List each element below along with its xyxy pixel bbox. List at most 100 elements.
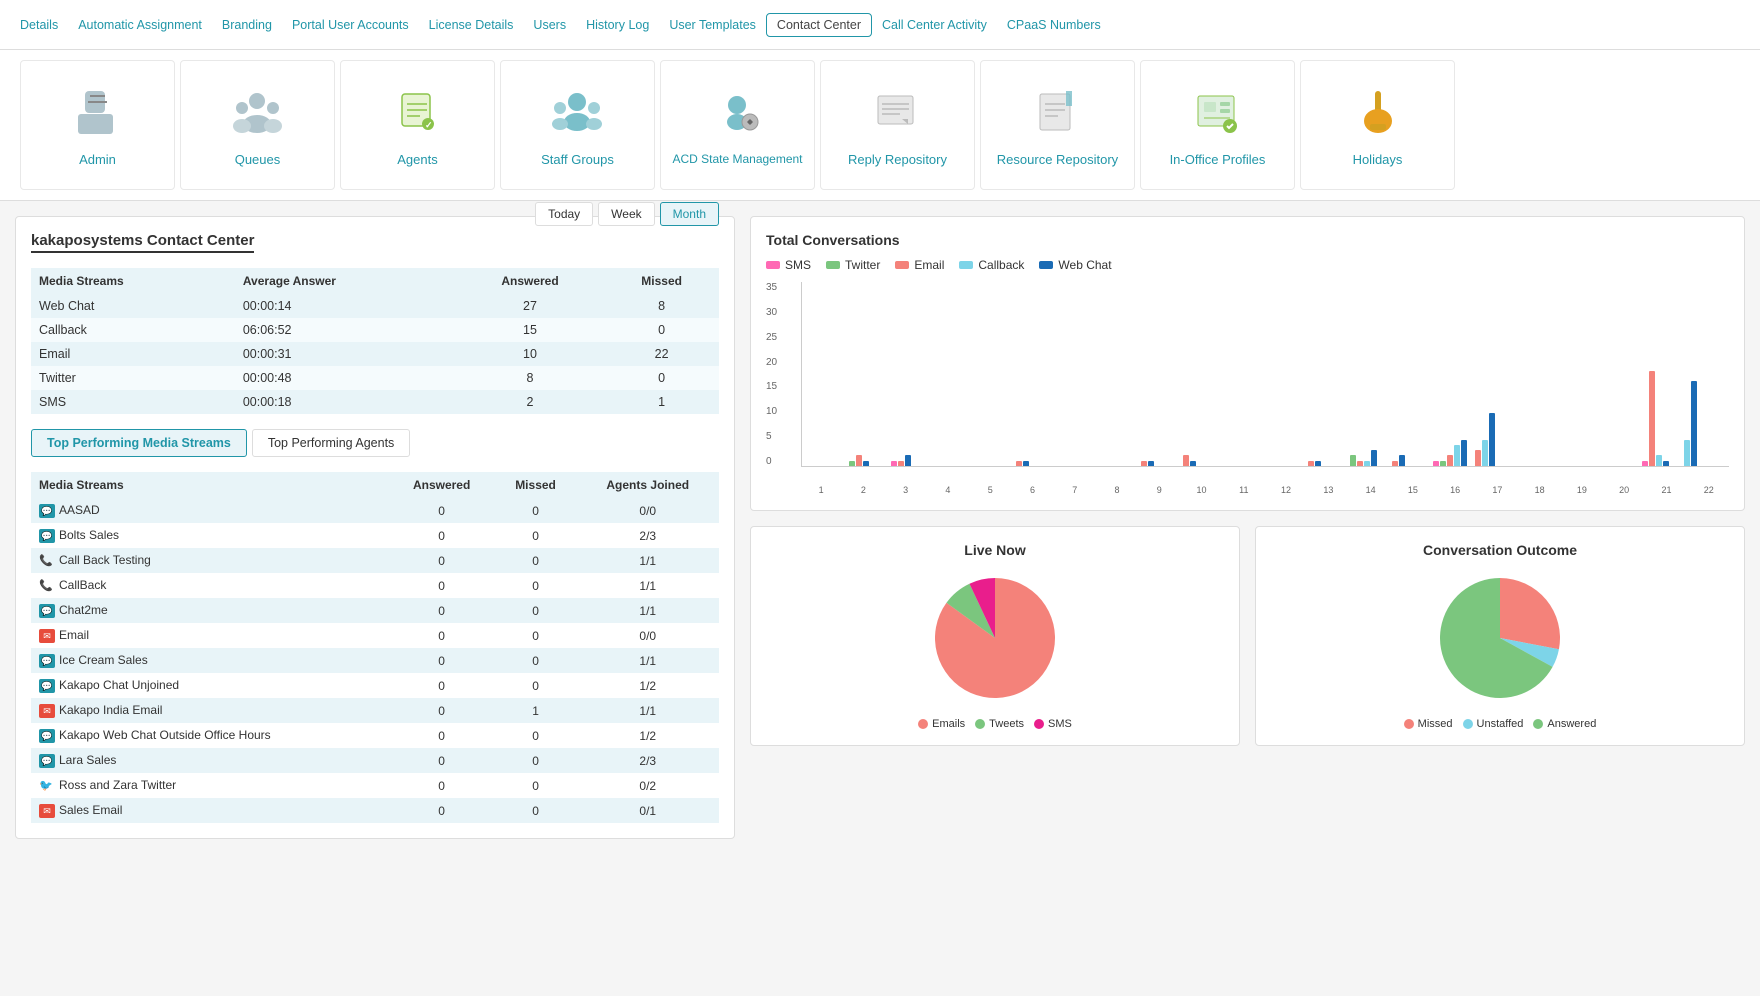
legend-item: Twitter xyxy=(826,258,880,272)
admin-icon xyxy=(68,84,128,144)
ms-row: 💬Lara Sales002/3 xyxy=(31,748,719,773)
bar xyxy=(1392,461,1398,466)
bar-group xyxy=(849,455,889,466)
conversation-outcome-title: Conversation Outcome xyxy=(1423,542,1577,558)
inoffice-profiles-icon xyxy=(1188,84,1248,144)
bar xyxy=(905,455,911,466)
date-btn-week[interactable]: Week xyxy=(598,202,654,226)
ms-row: 📞CallBack001/1 xyxy=(31,573,719,598)
live-now-title: Live Now xyxy=(964,542,1025,558)
icon-card-agents[interactable]: ✓ Agents xyxy=(340,60,495,190)
icon-card-queues[interactable]: Queues xyxy=(180,60,335,190)
icon-card-holidays[interactable]: Holidays xyxy=(1300,60,1455,190)
nav-details[interactable]: Details xyxy=(10,18,68,32)
x-axis-labels: 12345678910111213141516171819202122 xyxy=(766,485,1729,495)
bar xyxy=(1148,461,1154,466)
bar-group xyxy=(1392,455,1432,466)
bar xyxy=(1350,455,1356,466)
ms-row: 💬Bolts Sales002/3 xyxy=(31,523,719,548)
bar xyxy=(1461,440,1467,466)
bar xyxy=(898,461,904,466)
nav-users[interactable]: Users xyxy=(523,18,576,32)
nav-contact-center[interactable]: Contact Center xyxy=(766,13,872,37)
top-navigation: Details Automatic Assignment Branding Po… xyxy=(0,0,1760,50)
bar xyxy=(1023,461,1029,466)
bar xyxy=(849,461,855,466)
bar-group xyxy=(1141,461,1181,466)
bar xyxy=(863,461,869,466)
chart-legend: SMSTwitterEmailCallbackWeb Chat xyxy=(766,258,1729,272)
staff-groups-icon xyxy=(548,84,608,144)
queues-icon xyxy=(228,84,288,144)
ms-col-answered: Answered xyxy=(389,472,495,498)
live-now-chart xyxy=(925,568,1065,708)
bar-group xyxy=(1642,371,1682,466)
bar xyxy=(1663,461,1669,466)
ms-col-agents: Agents Joined xyxy=(576,472,719,498)
icon-card-inoffice-profiles[interactable]: In-Office Profiles xyxy=(1140,60,1295,190)
icon-card-admin[interactable]: Admin xyxy=(20,60,175,190)
date-btn-today[interactable]: Today xyxy=(535,202,593,226)
nav-automatic-assignment[interactable]: Automatic Assignment xyxy=(68,18,212,32)
bar xyxy=(1649,371,1655,466)
ms-row: ✉Sales Email000/1 xyxy=(31,798,719,823)
holidays-icon xyxy=(1348,84,1408,144)
legend-item: SMS xyxy=(766,258,811,272)
nav-history-log[interactable]: History Log xyxy=(576,18,659,32)
nav-cpaas-numbers[interactable]: CPaaS Numbers xyxy=(997,18,1111,32)
bar xyxy=(1357,461,1363,466)
tab-top-streams[interactable]: Top Performing Media Streams xyxy=(31,429,247,457)
live-now-card: Live Now EmailsTweetsSMS xyxy=(750,526,1240,746)
stats-row: Callback06:06:52150 xyxy=(31,318,719,342)
bar-group xyxy=(1350,450,1390,466)
bar xyxy=(856,455,862,466)
stats-col-streams: Media Streams xyxy=(31,268,235,294)
ms-row: 💬AASAD000/0 xyxy=(31,498,719,523)
reply-repository-label: Reply Repository xyxy=(848,152,947,167)
bar xyxy=(1489,413,1495,466)
legend-dot xyxy=(895,261,909,269)
legend-item: Web Chat xyxy=(1039,258,1111,272)
tab-top-agents[interactable]: Top Performing Agents xyxy=(252,429,410,457)
bar xyxy=(1364,461,1370,466)
agents-icon: ✓ xyxy=(388,84,448,144)
icon-card-staff-groups[interactable]: Staff Groups xyxy=(500,60,655,190)
nav-call-center-activity[interactable]: Call Center Activity xyxy=(872,18,997,32)
stats-table: Media Streams Average Answer Answered Mi… xyxy=(31,268,719,414)
bar xyxy=(1691,381,1697,466)
right-panel: Total Conversations SMSTwitterEmailCallb… xyxy=(750,216,1745,839)
nav-user-templates[interactable]: User Templates xyxy=(659,18,766,32)
icon-card-acd[interactable]: ACD State Management xyxy=(660,60,815,190)
date-btn-month[interactable]: Month xyxy=(660,202,719,226)
contact-center-card: kakaposystems Contact Center Today Week … xyxy=(15,216,735,839)
bar-group xyxy=(1308,461,1348,466)
conversation-outcome-chart xyxy=(1430,568,1570,708)
svg-text:✓: ✓ xyxy=(425,120,433,130)
bar-group xyxy=(1684,381,1724,466)
queues-label: Queues xyxy=(235,152,281,167)
bar xyxy=(1475,450,1481,466)
pie-legend-item: Tweets xyxy=(975,718,1024,730)
nav-branding[interactable]: Branding xyxy=(212,18,282,32)
bar xyxy=(1371,450,1377,466)
bar-group xyxy=(1433,440,1473,466)
stats-row: Web Chat00:00:14278 xyxy=(31,294,719,318)
icon-card-reply-repository[interactable]: Reply Repository xyxy=(820,60,975,190)
bar-chart-bars xyxy=(801,282,1729,467)
staff-groups-label: Staff Groups xyxy=(541,152,614,167)
bar xyxy=(1656,455,1662,466)
reply-repository-icon xyxy=(868,84,928,144)
nav-portal-user-accounts[interactable]: Portal User Accounts xyxy=(282,18,419,32)
ms-row: 🐦Ross and Zara Twitter000/2 xyxy=(31,773,719,798)
acd-icon xyxy=(708,84,768,144)
left-panel: kakaposystems Contact Center Today Week … xyxy=(15,216,735,839)
nav-license-details[interactable]: License Details xyxy=(419,18,524,32)
icon-card-resource-repository[interactable]: Resource Repository xyxy=(980,60,1135,190)
total-conversations-title: Total Conversations xyxy=(766,232,1729,248)
bar-group xyxy=(891,455,931,466)
bar xyxy=(1642,461,1648,466)
pie-dot xyxy=(1404,719,1414,729)
tab-bar: Top Performing Media Streams Top Perform… xyxy=(31,429,719,457)
ms-row: 💬Chat2me001/1 xyxy=(31,598,719,623)
ms-row: 💬Ice Cream Sales001/1 xyxy=(31,648,719,673)
